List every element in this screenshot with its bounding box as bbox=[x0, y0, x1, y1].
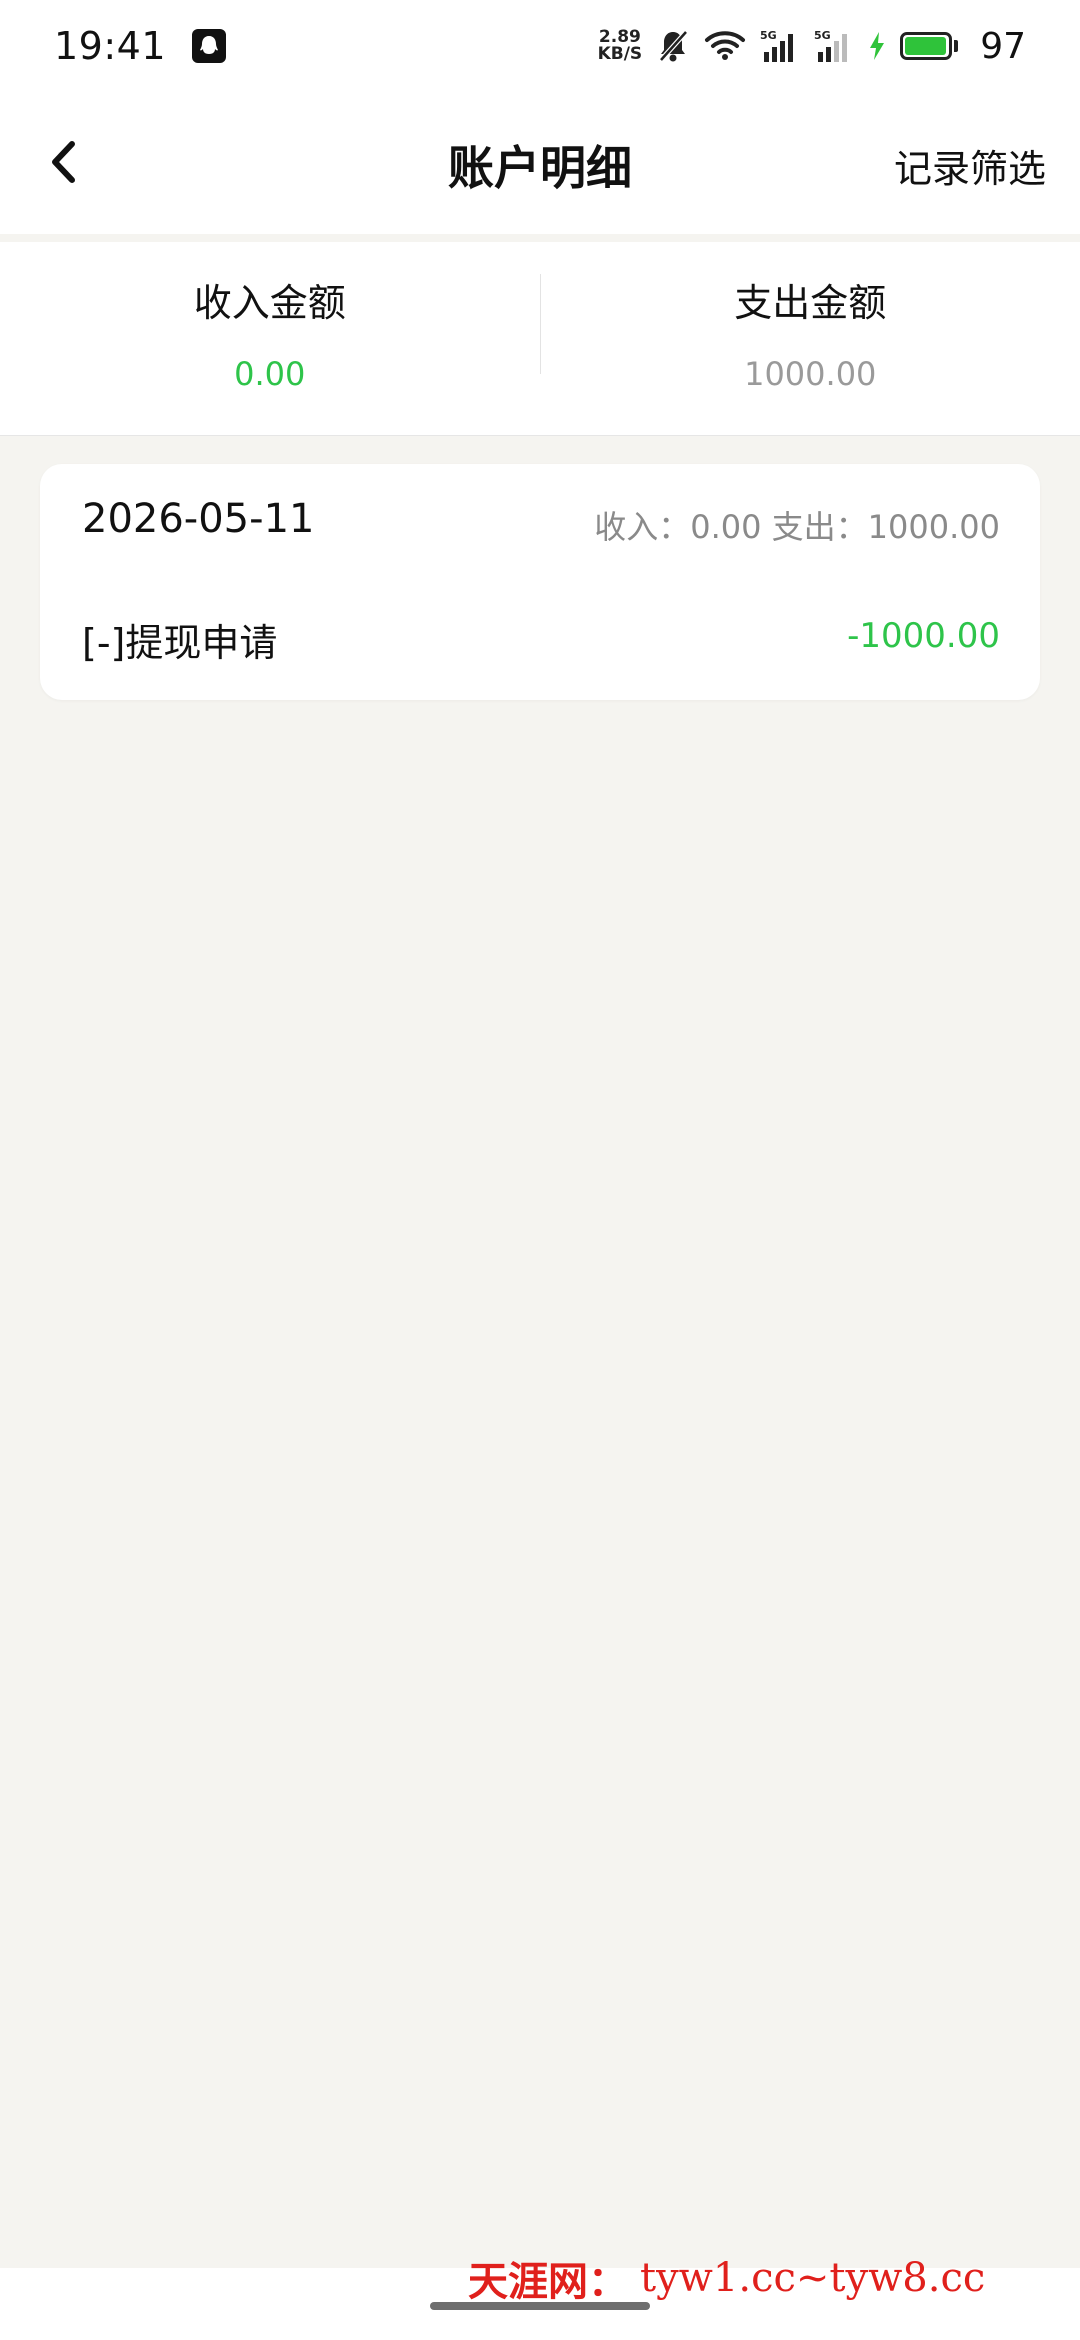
cellular-signal-1-icon: 5G bbox=[760, 28, 800, 64]
record-filter-button[interactable]: 记录筛选 bbox=[894, 138, 1046, 193]
status-bar: 19:41 2.89 KB/S 5G 5G 97 bbox=[0, 0, 1080, 92]
home-indicator[interactable] bbox=[430, 2302, 650, 2310]
sim1-label: 5G bbox=[760, 29, 777, 42]
income-summary: 收入金额 0.00 bbox=[0, 242, 540, 435]
record-daily-summary: 收入：0.00 支出：1000.00 bbox=[594, 508, 1000, 546]
record-amount: -1000.00 bbox=[847, 616, 1000, 656]
watermark-brand: 天涯网： bbox=[468, 2258, 628, 2305]
sim2-label: 5G bbox=[814, 29, 831, 42]
mute-bell-icon bbox=[656, 28, 690, 64]
charging-bolt-icon bbox=[868, 31, 886, 61]
record-title: [-]提现申请 bbox=[82, 621, 278, 665]
qq-notification-icon bbox=[192, 29, 227, 63]
record-card[interactable]: 2026-05-11 收入：0.00 支出：1000.00 [-]提现申请 -1… bbox=[40, 464, 1040, 700]
income-value: 0.00 bbox=[234, 355, 306, 393]
amount-summary: 收入金额 0.00 支出金额 1000.00 bbox=[0, 242, 1080, 436]
status-time: 19:41 bbox=[54, 24, 167, 68]
expense-value: 1000.00 bbox=[744, 355, 877, 393]
watermark-url: tyw1.cc~tyw8.cc bbox=[640, 2255, 986, 2301]
wifi-icon bbox=[704, 29, 746, 63]
app-header: 账户明细 记录筛选 bbox=[0, 92, 1080, 234]
watermark: 天涯网： tyw1.cc~tyw8.cc bbox=[468, 2250, 1068, 2306]
network-speed: 2.89 KB/S bbox=[598, 29, 643, 63]
expense-label: 支出金额 bbox=[734, 281, 887, 325]
battery-icon bbox=[900, 32, 959, 60]
network-speed-unit: KB/S bbox=[597, 44, 643, 64]
battery-fill bbox=[905, 37, 946, 55]
record-date: 2026-05-11 bbox=[82, 496, 315, 542]
battery-percent: 97 bbox=[980, 25, 1026, 67]
expense-summary: 支出金额 1000.00 bbox=[541, 242, 1080, 435]
income-label: 收入金额 bbox=[193, 281, 346, 325]
cellular-signal-2-icon: 5G bbox=[814, 28, 854, 64]
